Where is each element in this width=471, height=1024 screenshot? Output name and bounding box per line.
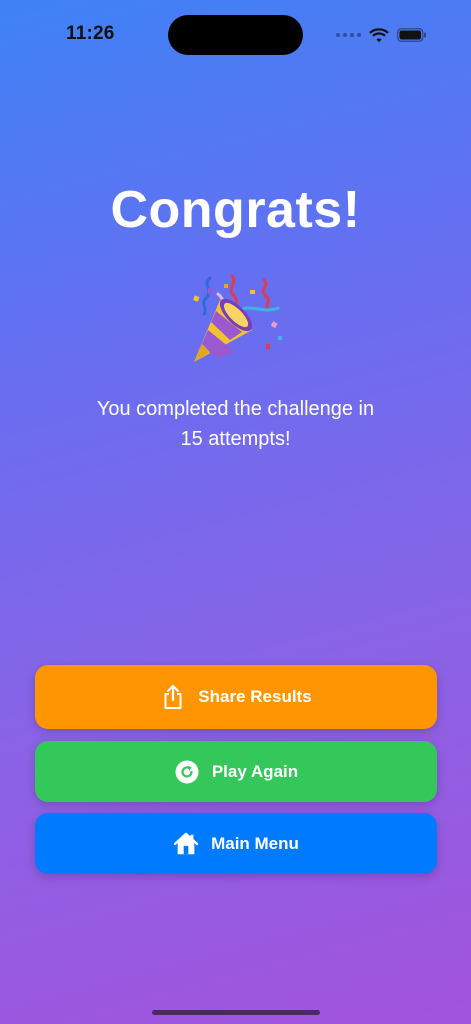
wifi-icon xyxy=(369,27,389,42)
message-line-1: You completed the challenge in xyxy=(96,398,375,420)
house-icon xyxy=(173,831,199,857)
completion-message: You completed the challenge in 15 attemp… xyxy=(60,394,411,454)
share-icon xyxy=(160,684,186,710)
play-again-button[interactable]: Play Again xyxy=(35,741,437,802)
replay-icon xyxy=(174,759,200,785)
main-menu-label: Main Menu xyxy=(211,833,299,853)
play-again-label: Play Again xyxy=(211,761,299,781)
status-bar: 11:26 xyxy=(0,0,471,60)
message-line-2: 15 attempts! xyxy=(180,428,291,450)
dynamic-island xyxy=(168,15,303,55)
cellular-signal-icon xyxy=(336,33,361,37)
status-icons xyxy=(336,26,427,44)
home-indicator[interactable] xyxy=(152,1010,320,1015)
congrats-title: Congrats! xyxy=(110,181,361,239)
battery-icon xyxy=(397,28,426,42)
share-results-button[interactable]: Share Results xyxy=(35,665,437,729)
party-popper-icon xyxy=(180,270,290,370)
main-menu-button[interactable]: Main Menu xyxy=(35,813,437,874)
share-results-label: Share Results xyxy=(198,687,312,706)
status-time: 11:26 xyxy=(66,23,115,44)
